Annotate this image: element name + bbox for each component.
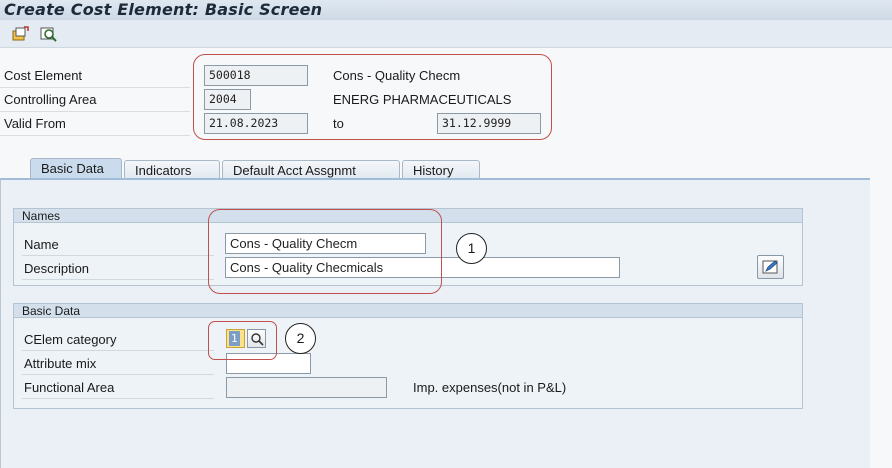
divider xyxy=(0,111,190,112)
edit-long-text-button[interactable] xyxy=(757,255,784,279)
divider xyxy=(22,350,214,351)
group-title: Basic Data xyxy=(14,304,802,318)
attribute-mix-label: Attribute mix xyxy=(24,356,97,371)
page-title: Create Cost Element: Basic Screen xyxy=(4,0,323,19)
name-label: Name xyxy=(24,237,59,252)
edit-icon xyxy=(762,259,780,278)
description-label: Description xyxy=(24,261,90,276)
celem-category-label: CElem category xyxy=(24,332,117,347)
tab-default-acct-assgnmt[interactable]: Default Acct Assgnmt xyxy=(222,160,400,180)
controlling-area-label: Controlling Area xyxy=(4,92,97,107)
valid-from-label: Valid From xyxy=(4,116,66,131)
divider xyxy=(0,135,190,136)
divider xyxy=(22,374,214,375)
tab-history[interactable]: History xyxy=(402,160,480,180)
functional-area-field[interactable] xyxy=(226,377,387,398)
functional-area-label: Functional Area xyxy=(24,380,115,395)
display-icon[interactable] xyxy=(40,26,58,42)
category-description: Imp. expenses(not in P&L) xyxy=(413,380,567,395)
callout-2: 2 xyxy=(285,323,316,354)
divider xyxy=(0,87,190,88)
highlight-box-names xyxy=(208,209,442,294)
title-bar: Create Cost Element: Basic Screen xyxy=(0,0,892,20)
highlight-box-celem-category xyxy=(208,321,277,360)
tab-indicators[interactable]: Indicators xyxy=(124,160,220,180)
callout-1: 1 xyxy=(456,233,487,264)
cost-element-label: Cost Element xyxy=(4,68,83,83)
create-icon[interactable] xyxy=(12,26,30,42)
divider xyxy=(22,398,214,399)
basic-data-group: Basic Data CElem category Attribute mix … xyxy=(13,303,803,409)
divider xyxy=(22,279,214,280)
tab-strip: Basic Data Indicators Default Acct Assgn… xyxy=(0,158,892,180)
application-toolbar xyxy=(0,20,892,48)
tab-basic-data[interactable]: Basic Data xyxy=(30,158,122,180)
highlight-box-header xyxy=(193,54,552,140)
divider xyxy=(22,255,214,256)
